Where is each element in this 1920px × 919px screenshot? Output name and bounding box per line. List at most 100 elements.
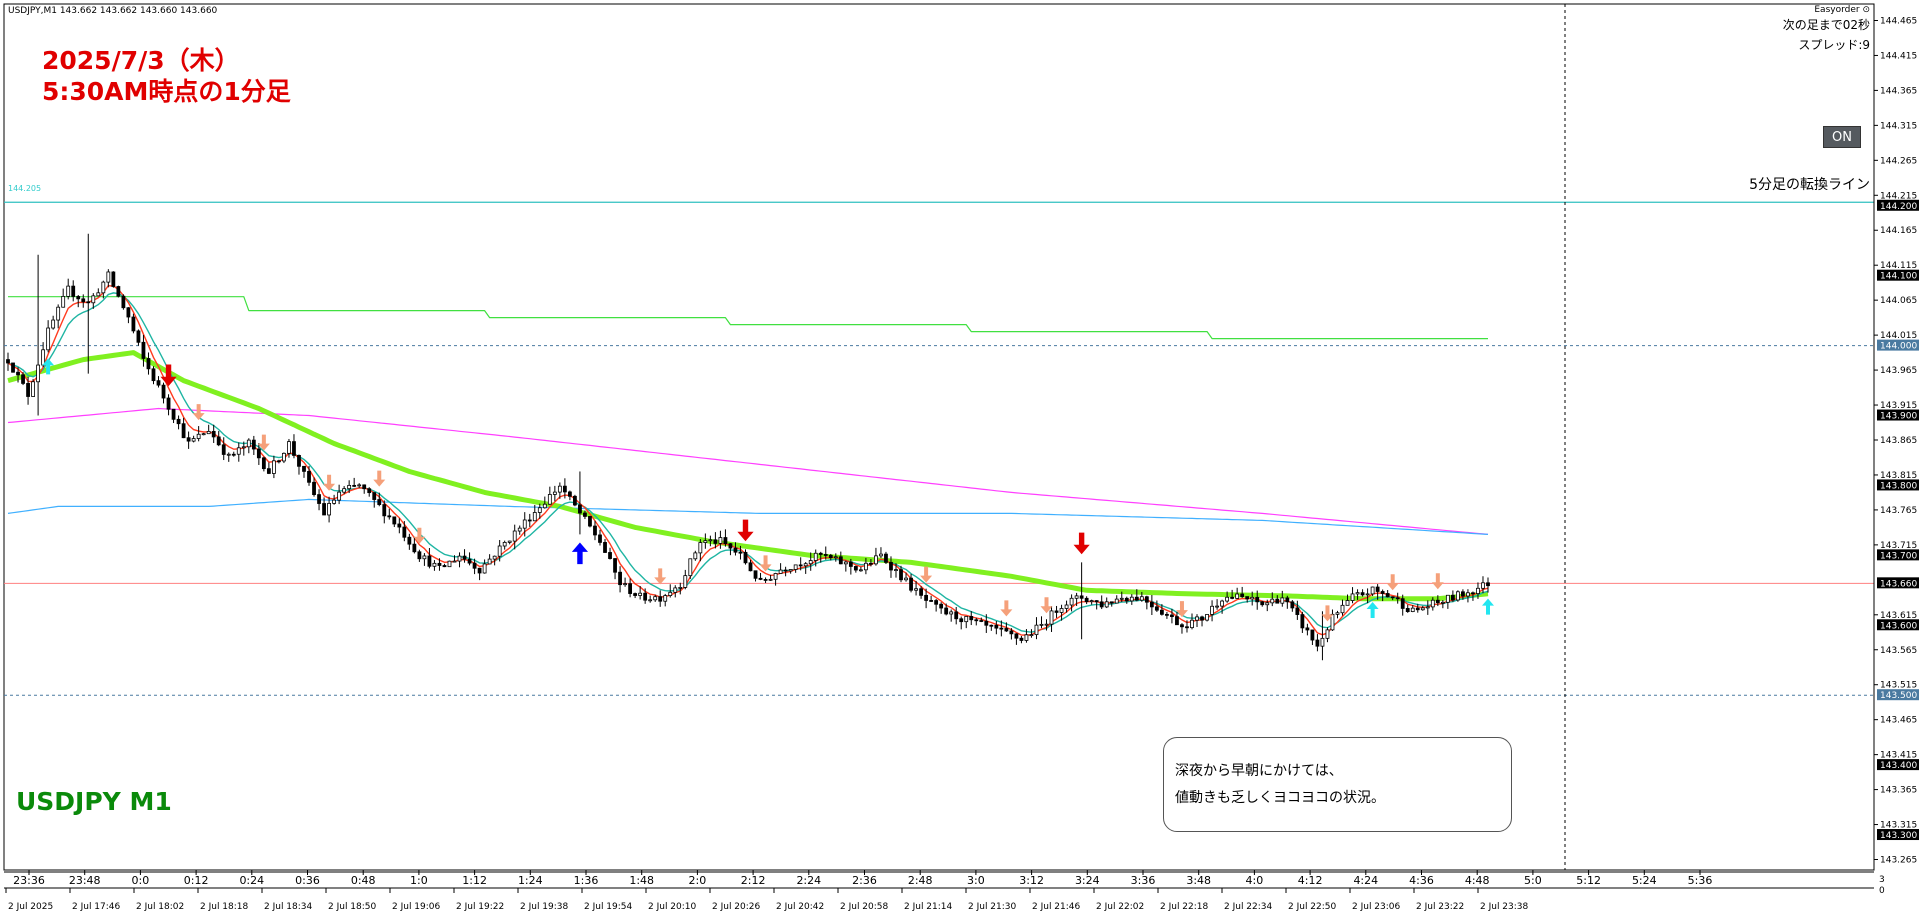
date-tick-label: 2 Jul 21:46 <box>1032 902 1081 912</box>
candle-body <box>1305 627 1310 631</box>
candle-body <box>156 380 161 386</box>
time-tick-label: 23:36 <box>13 874 45 887</box>
price-tick-label: 143.265 <box>1880 856 1917 866</box>
time-tick-label: 4:12 <box>1298 874 1323 887</box>
price-tick-label: 143.565 <box>1880 646 1917 656</box>
price-axis[interactable]: 144.465 144.415 144.365 144.315 144.265 144.2… <box>1873 4 1919 870</box>
candle-body <box>1450 594 1455 601</box>
candle-body <box>1225 596 1230 602</box>
price-tag-label: 143.500 <box>1880 691 1917 701</box>
candle-body <box>1109 601 1114 604</box>
candle-body <box>1124 597 1129 602</box>
date-tick-label: 2 Jul 20:10 <box>648 902 697 912</box>
candle-body <box>1079 595 1084 599</box>
candle-body <box>347 484 352 490</box>
candle-body <box>1220 600 1225 607</box>
time-tick-label: 4:36 <box>1409 874 1434 887</box>
candle <box>1455 590 1460 602</box>
candle-body <box>718 537 723 544</box>
candle-body <box>552 491 557 495</box>
candle-body <box>1034 624 1039 636</box>
candle-body <box>1190 619 1194 629</box>
price-tick-label: 144.065 <box>1880 296 1917 306</box>
candle <box>11 362 15 373</box>
candle-body <box>899 569 903 581</box>
candle-body <box>648 599 653 602</box>
candle-body <box>537 507 542 513</box>
candle-body <box>949 611 954 615</box>
candle-body <box>1420 607 1425 611</box>
candle-body <box>402 526 407 538</box>
candle-body <box>31 381 35 397</box>
candle-body <box>889 561 893 571</box>
candle-body <box>21 374 25 384</box>
candle-body <box>447 560 452 568</box>
spread-display: スプレッド:9 <box>1798 38 1870 52</box>
candle-body <box>1395 597 1400 600</box>
candle-body <box>1270 598 1275 604</box>
time-axis[interactable]: 23:36 23:48 0:0 0:12 0:24 0:36 0:48 1:0 1:12 1:24… <box>4 870 1885 912</box>
candle-body <box>322 503 326 516</box>
candle-body <box>532 512 537 522</box>
candle-body <box>1230 596 1235 599</box>
candle-body <box>86 301 91 304</box>
candle-body <box>683 575 688 588</box>
candle-body <box>1375 586 1380 592</box>
candle-body <box>1481 582 1485 589</box>
candle-body <box>643 592 648 601</box>
candle-body <box>914 588 918 591</box>
candle-body <box>1430 599 1435 608</box>
price-tick-label: 144.465 <box>1880 16 1917 26</box>
candle-body <box>1185 626 1189 629</box>
candle-body <box>924 594 929 601</box>
price-tick-label: 144.165 <box>1880 226 1917 236</box>
candle-body <box>638 592 643 596</box>
candle-body <box>929 600 934 602</box>
candle <box>447 560 452 568</box>
candle-body <box>26 383 30 397</box>
date-tick-label: 2 Jul 21:14 <box>904 902 953 912</box>
candle-body <box>628 583 633 594</box>
candle-body <box>1144 596 1149 603</box>
next-bar-countdown: 次の足まで02秒 <box>1782 18 1870 32</box>
candle-body <box>1335 612 1340 615</box>
date-tick-label: 2 Jul 23:22 <box>1416 902 1464 912</box>
price-tag-label: 143.400 <box>1880 761 1917 771</box>
candle-body <box>407 536 412 545</box>
candle-body <box>1400 598 1405 609</box>
candle-body <box>41 349 46 366</box>
candle-body <box>462 555 467 560</box>
candle-body <box>1245 596 1250 600</box>
candle-body <box>1325 629 1330 639</box>
candle-body <box>282 452 286 462</box>
price-tag-label: 144.000 <box>1880 342 1917 352</box>
candle-body <box>813 552 818 561</box>
candle-body <box>778 569 783 574</box>
candle <box>111 271 116 288</box>
date-tick-label: 2 Jul 23:38 <box>1480 902 1529 912</box>
candle-body <box>1290 601 1295 609</box>
date-tick-label: 2 Jul 18:02 <box>136 902 184 912</box>
candle-body <box>287 441 291 454</box>
candle-body <box>818 552 823 555</box>
candle-body <box>487 558 492 565</box>
candle-body <box>146 358 151 370</box>
candle-body <box>317 494 321 504</box>
candle-body <box>708 539 713 542</box>
price-chart[interactable]: 144.465 144.415 144.365 144.315 144.265 144.2… <box>0 0 1920 919</box>
candle-body <box>1370 586 1375 595</box>
time-tick-label: 3:12 <box>1019 874 1044 887</box>
candle-body <box>327 502 331 516</box>
date-tick-label: 2 Jul 22:18 <box>1160 902 1209 912</box>
candle-body <box>171 408 176 420</box>
candle-body <box>848 561 853 567</box>
candle-body <box>1200 616 1204 621</box>
candle-body <box>271 460 276 474</box>
date-tick-label: 2 Jul 20:58 <box>840 902 889 912</box>
callout-line-2: 値動きも乏しくヨコヨコの状況。 <box>1175 790 1385 806</box>
candle <box>688 558 693 579</box>
on-toggle-button[interactable]: ON <box>1823 126 1861 148</box>
candle-body <box>984 620 989 626</box>
candle-body <box>1250 596 1255 600</box>
candle-body <box>919 588 923 596</box>
